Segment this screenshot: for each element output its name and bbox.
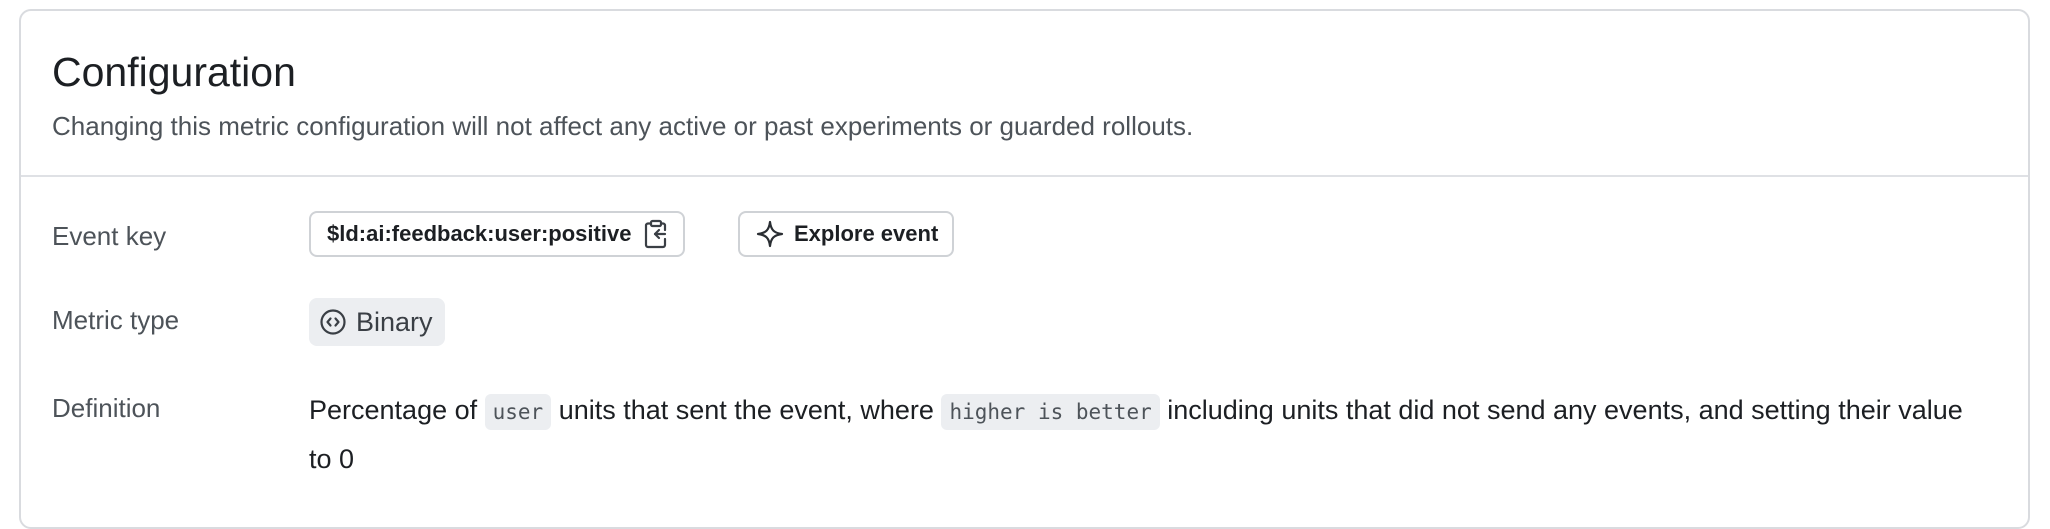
definition-label: Definition: [52, 393, 161, 423]
event-key-value: $ld:ai:feedback:user:positive: [327, 221, 632, 246]
card-header: Configuration Changing this metric confi…: [21, 11, 2028, 177]
explore-event-button[interactable]: Explore event: [738, 211, 955, 257]
definition-text-part: Percentage of: [309, 395, 485, 425]
binary-circle-icon: [319, 308, 347, 336]
event-key-copy-button[interactable]: $ld:ai:feedback:user:positive: [309, 211, 686, 257]
direction-code-tag: higher is better: [941, 394, 1160, 430]
metric-type-label: Metric type: [52, 305, 180, 335]
page-subtitle: Changing this metric configuration will …: [52, 111, 1194, 141]
explore-event-label: Explore event: [794, 221, 939, 246]
metric-type-value: Binary: [356, 306, 433, 337]
definition-text-part: units that sent the event, where: [551, 395, 942, 425]
clipboard-copy-icon: [643, 219, 669, 249]
configuration-card: Configuration Changing this metric confi…: [19, 9, 2030, 529]
page-title: Configuration: [52, 49, 296, 95]
event-key-label: Event key: [52, 221, 167, 251]
unit-code-tag: user: [484, 394, 552, 430]
metric-type-badge: Binary: [309, 298, 445, 346]
definition-text: Percentage of user units that sent the e…: [309, 387, 1988, 483]
sparkle-icon: [756, 220, 784, 248]
